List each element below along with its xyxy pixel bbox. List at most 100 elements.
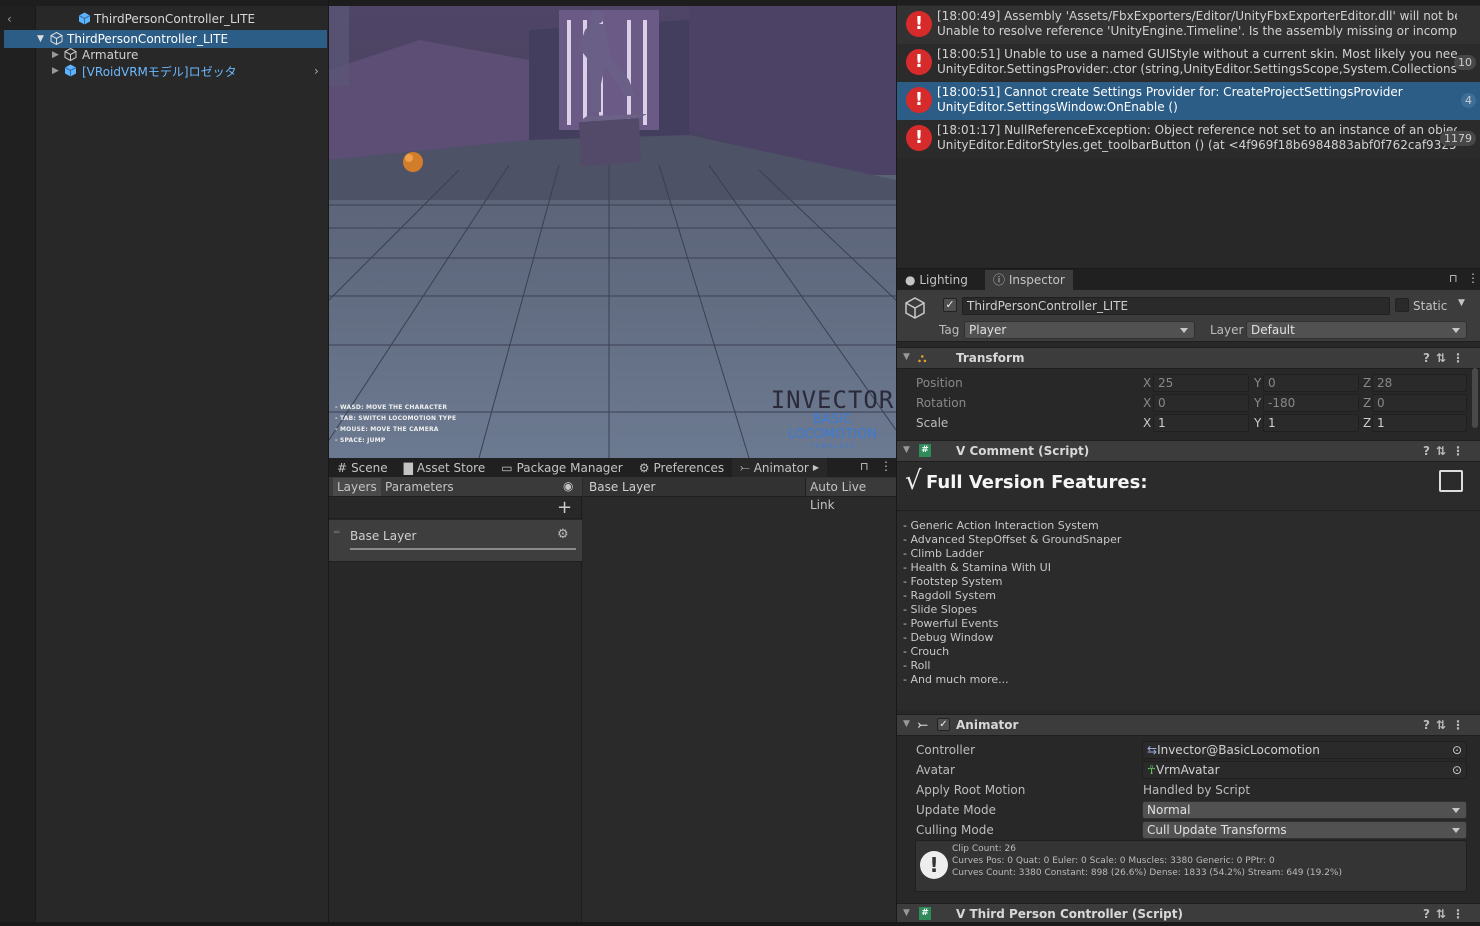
foldout-arrow-icon[interactable]: ▼ [903,445,910,455]
collapse-arrow-icon[interactable]: ▶ [52,50,59,60]
auto-live-link-button[interactable]: Auto Live Link [805,478,896,512]
animator-graph[interactable]: Base Layer Auto Live Link [583,477,896,922]
component-header-icons[interactable]: ?⇅⋮ [1423,351,1470,365]
foldout-arrow-icon[interactable]: ▼ [903,908,910,918]
tab-lighting[interactable]: ● Lighting [897,270,976,291]
hierarchy-scene-title: ThirdPersonController_LITE [94,12,256,26]
gear-icon: ⚙ [638,460,650,475]
controls-hint: - WASD: MOVE THE CHARACTER - TAB: SWITCH… [335,402,456,446]
vcomment-header[interactable]: ▼ # V Comment (Script) ?⇅⋮ [897,440,1480,462]
layer-dropdown[interactable]: Default [1246,321,1467,339]
position-z-field[interactable]: 28 [1372,374,1467,392]
tab-parameters[interactable]: Parameters [381,478,458,496]
third-person-header[interactable]: ▼ # V Third Person Controller (Script) ?… [897,903,1480,922]
log-count-badge: 1179 [1440,131,1476,146]
game-view[interactable]: - WASD: MOVE THE CHARACTER - TAB: SWITCH… [329,0,896,458]
position-x-field[interactable]: 25 [1153,374,1249,392]
kebab-menu-icon[interactable]: ⋮ [1467,271,1479,285]
tab-scene[interactable]: # Scene [329,458,396,478]
back-arrow-icon[interactable]: ‹ [7,12,12,26]
tab-preferences[interactable]: ⚙ Preferences [631,458,732,478]
eye-icon[interactable]: ◉ [563,479,573,493]
list-item: - Debug Window [903,631,994,644]
transform-header[interactable]: ▼ ⛬ Transform ?⇅⋮ [897,347,1480,369]
update-mode-dropdown[interactable]: Normal [1142,801,1467,819]
active-checkbox[interactable]: ✓ [943,298,957,312]
tag-dropdown[interactable]: Player [964,321,1195,339]
auto-live-link-label: Auto Live Link [810,480,867,512]
kebab-menu-icon[interactable]: ⋮ [880,459,892,473]
component-header-icons[interactable]: ?⇅⋮ [1423,444,1470,458]
axis-label: Y [1254,376,1262,390]
hierarchy-item-label: [VRoidVRMモデル]ロゼッタ [82,64,237,79]
log-entry[interactable]: ! [18:00:51] Unable to use a named GUISt… [897,44,1480,82]
object-picker-icon[interactable]: ⊙ [1452,742,1462,758]
tab-inspector[interactable]: ⓘ Inspector [985,270,1073,291]
static-dropdown-arrow-icon[interactable]: ▼ [1458,298,1465,308]
checkmark-icon: √ [905,466,922,496]
layer-item[interactable]: ═ Base Layer ⚙ [329,520,582,562]
avatar-value: VrmAvatar [1155,763,1220,777]
tab-package-manager[interactable]: ▭ Package Manager [493,458,631,478]
log-entry-selected[interactable]: ! [18:00:51] Cannot create Settings Prov… [897,82,1480,120]
tab-animator[interactable]: ⤚ Animator ▶ [732,457,828,478]
log-entry[interactable]: ! [18:01:17] NullReferenceException: Obj… [897,120,1480,158]
scale-z-field[interactable]: 1 [1372,414,1467,432]
controller-field[interactable]: ⇆Invector@BasicLocomotion ⊙ [1142,741,1467,759]
field-value: 1 [1377,416,1385,430]
animator-icon: ⤚ [918,717,928,731]
animator-info-box: ! Clip Count: 26 Curves Pos: 0 Quat: 0 E… [915,840,1467,892]
transform-icon: ⛬ [918,351,927,365]
object-picker-icon[interactable]: ⊙ [1452,762,1462,778]
more-tabs-arrow-icon[interactable]: ▶ [813,463,819,472]
tab-asset-store[interactable]: ▇ Asset Store [396,458,494,478]
static-checkbox[interactable] [1395,298,1409,312]
hierarchy-scene-header[interactable]: ‹ ThirdPersonController_LITE [0,10,328,28]
edit-icon[interactable] [1439,470,1463,492]
culling-mode-dropdown[interactable]: Cull Update Transforms [1142,821,1467,839]
component-header-icons[interactable]: ?⇅⋮ [1423,718,1470,732]
tab-layers[interactable]: Layers [333,478,381,496]
gameobject-cube-icon[interactable] [903,296,927,320]
position-y-field[interactable]: 0 [1263,374,1359,392]
collapse-arrow-icon[interactable]: ▶ [52,66,59,76]
controller-label: Controller [916,743,976,757]
info-icon: ⓘ [993,273,1006,287]
add-layer-icon[interactable]: + [557,497,572,518]
open-prefab-arrow-icon[interactable]: › [314,64,319,78]
scale-x-field[interactable]: 1 [1153,414,1249,432]
lock-icon[interactable]: ⊓ [1449,272,1458,285]
component-title: V Third Person Controller (Script) [956,907,1183,921]
component-header-icons[interactable]: ?⇅⋮ [1423,907,1470,921]
rotation-z-field[interactable]: 0 [1372,394,1467,412]
logo-main: INVECTOR [770,386,895,414]
controller-value: Invector@BasicLocomotion [1157,743,1320,757]
rotation-x-field[interactable]: 0 [1153,394,1249,412]
hierarchy-item-vroid[interactable]: ▶ [VRoidVRMモデル]ロゼッタ › [0,62,328,80]
lock-icon[interactable]: ⊓ [860,460,869,473]
hierarchy-item-label: Armature [82,48,139,62]
tag-value: Player [969,323,1007,337]
log-count-badge: 10 [1454,55,1476,70]
layer-settings-gear-icon[interactable]: ⚙ [557,527,569,542]
object-name-field[interactable]: ThirdPersonController_LITE [962,297,1390,315]
scale-y-field[interactable]: 1 [1263,414,1359,432]
foldout-arrow-icon[interactable]: ▼ [903,719,910,729]
expand-arrow-icon[interactable]: ▼ [37,34,44,44]
field-value: 28 [1377,376,1393,390]
drag-handle-icon[interactable]: ═ [334,528,339,538]
inspector-scrollbar[interactable] [1472,368,1478,428]
info-warning-icon: ! [920,851,948,879]
enabled-checkbox[interactable]: ✓ [937,718,950,731]
layers-toolbar: Layers Parameters ◉ [329,477,582,497]
log-entry[interactable]: ! [18:00:49] Assembly 'Assets/FbxExporte… [897,6,1480,44]
culling-mode-label: Culling Mode [916,823,994,837]
breadcrumb[interactable]: Base Layer [589,480,656,494]
avatar-field[interactable]: ☥VrmAvatar ⊙ [1142,761,1467,779]
foldout-arrow-icon[interactable]: ▼ [903,352,910,362]
rotation-y-field[interactable]: -180 [1263,394,1359,412]
script-icon: # [919,444,931,457]
layer-value: Default [1251,323,1295,337]
animator-component-header[interactable]: ▼ ⤚ ✓ Animator ?⇅⋮ [897,714,1480,736]
list-item: - Roll [903,659,931,672]
